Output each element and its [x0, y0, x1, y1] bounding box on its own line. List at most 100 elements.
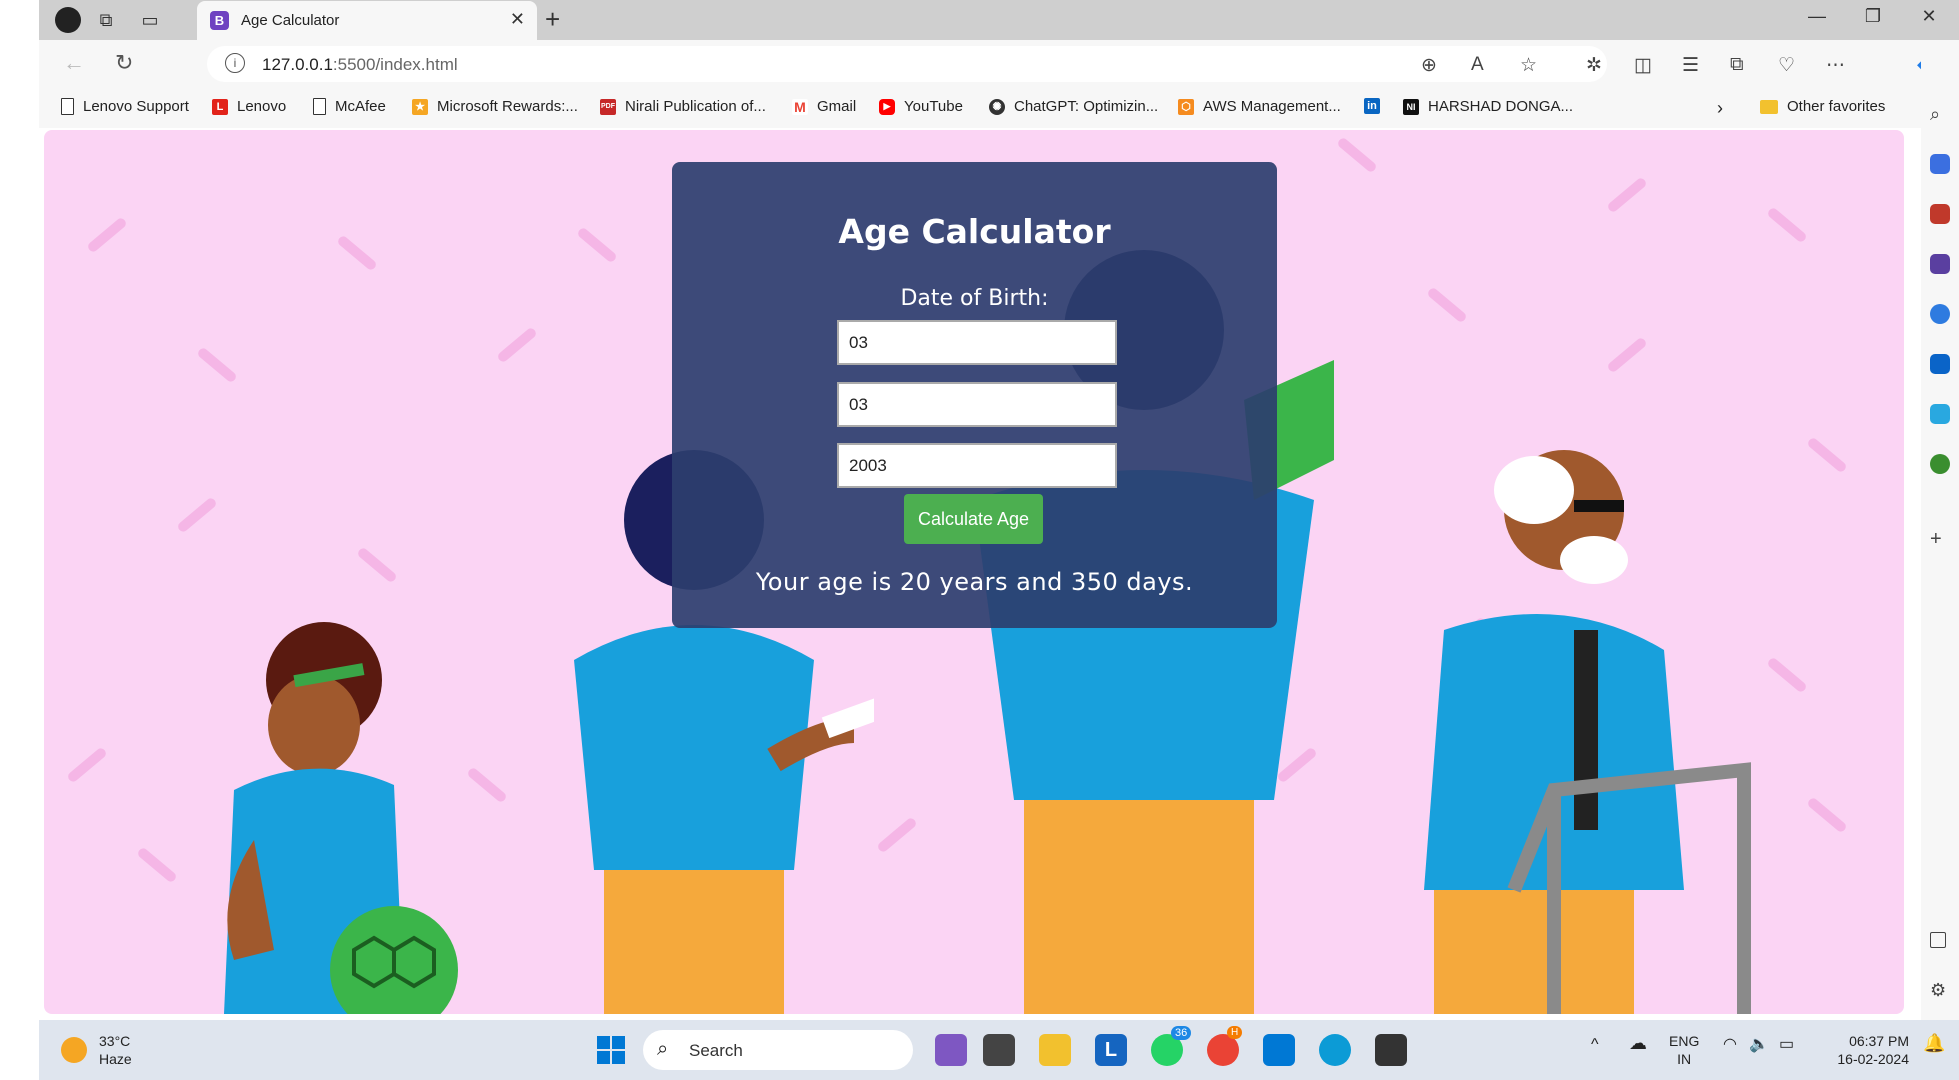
bookmark-youtube[interactable]: ▶ YouTube [879, 98, 963, 115]
document-icon [61, 98, 74, 115]
aws-icon: ⬡ [1178, 98, 1194, 115]
lenovo-vantage-icon[interactable]: L [1095, 1034, 1127, 1066]
bookmark-nirali[interactable]: PDF Nirali Publication of... [600, 98, 766, 115]
site-info-icon[interactable]: i [225, 53, 245, 73]
bookmark-linkedin[interactable]: in [1364, 98, 1389, 114]
confetti-decoration [136, 846, 178, 884]
task-view-icon[interactable] [983, 1034, 1015, 1066]
other-favorites[interactable]: Other favorites [1760, 98, 1885, 115]
pdf-icon: PDF [600, 98, 616, 115]
left-strip [0, 0, 39, 1080]
taskbar-search[interactable]: ⌕ Search [643, 1030, 913, 1070]
vertical-tabs-icon[interactable]: ▭ [135, 6, 165, 34]
bootstrap-favicon-icon: B [210, 11, 229, 30]
search-icon: ⌕ [657, 1038, 669, 1060]
confetti-decoration [86, 216, 128, 254]
tools-icon[interactable] [1930, 204, 1950, 224]
linkedin-icon: in [1364, 98, 1380, 114]
bookmark-aws[interactable]: ⬡ AWS Management... [1178, 98, 1341, 115]
confetti-decoration [66, 746, 108, 784]
microsoft-365-icon[interactable] [1930, 304, 1950, 324]
bookmark-microsoft-rewards[interactable]: ★ Microsoft Rewards:... [412, 98, 578, 115]
language-indicator[interactable]: ENG IN [1669, 1032, 1699, 1068]
tab-title: Age Calculator [241, 12, 340, 29]
minimize-icon[interactable]: — [1797, 6, 1837, 27]
windows-taskbar: 33°C Haze ⌕ Search L 36 H ^ ☁ ENG IN ◠ 🔈… [39, 1020, 1959, 1080]
browser-essentials-icon[interactable]: ♡ [1778, 54, 1795, 77]
more-bookmarks-icon[interactable]: › [1717, 98, 1723, 119]
confetti-decoration [1606, 176, 1648, 214]
collections-icon[interactable]: ⧉ [1730, 54, 1744, 76]
favorite-star-icon[interactable]: ☆ [1520, 54, 1537, 77]
onedrive-icon[interactable]: ☁ [1629, 1034, 1647, 1052]
sun-haze-icon [61, 1037, 87, 1063]
whatsapp-icon[interactable]: 36 [1151, 1026, 1192, 1066]
search-icon[interactable]: ⌕ [1930, 104, 1950, 124]
bookmark-mcafee[interactable]: McAfee [313, 98, 386, 115]
bookmark-gmail[interactable]: M Gmail [792, 98, 856, 115]
chrome-icon[interactable]: H [1207, 1026, 1243, 1066]
shopping-icon[interactable] [1930, 154, 1950, 174]
confetti-decoration [176, 496, 218, 534]
year-input[interactable] [837, 443, 1117, 488]
tab-bar: ⧉ ▭ B Age Calculator ✕ + — ❐ ✕ [39, 0, 1959, 40]
day-input[interactable] [837, 320, 1117, 365]
bookmark-chatgpt[interactable]: ✺ ChatGPT: Optimizin... [989, 98, 1158, 115]
drop-icon[interactable] [1930, 404, 1950, 424]
back-icon[interactable]: ← [63, 50, 85, 76]
close-window-icon[interactable]: ✕ [1909, 6, 1949, 27]
url-field[interactable]: i 127.0.0.1:5500/index.html [207, 46, 1607, 82]
chatgpt-icon: ✺ [989, 98, 1005, 115]
profile-avatar[interactable] [53, 6, 83, 34]
url-text: 127.0.0.1:5500/index.html [262, 55, 458, 74]
clock[interactable]: 06:37 PM 16-02-2024 [1819, 1032, 1909, 1068]
favorites-icon[interactable]: ☰ [1682, 54, 1699, 77]
notification-bell-icon[interactable]: 🔔 [1923, 1034, 1945, 1052]
read-aloud-icon[interactable]: A [1471, 54, 1484, 76]
confetti-decoration [356, 546, 398, 584]
extensions-icon[interactable]: ✲ [1586, 54, 1602, 77]
zoom-icon[interactable]: ⊕ [1421, 54, 1437, 77]
show-hidden-icons-icon[interactable]: ^ [1591, 1036, 1599, 1054]
rewards-icon: ★ [412, 98, 428, 115]
whatsapp-badge: 36 [1171, 1026, 1192, 1040]
split-screen-icon[interactable]: ◫ [1634, 54, 1652, 77]
document-icon [313, 98, 326, 115]
close-tab-icon[interactable]: ✕ [510, 9, 525, 30]
tree-icon[interactable] [1930, 454, 1950, 474]
bookmark-harshad[interactable]: NI HARSHAD DONGA... [1403, 98, 1573, 115]
settings-gear-icon[interactable]: ⚙ [1930, 980, 1950, 1000]
vscode-icon[interactable] [1263, 1034, 1295, 1066]
more-icon[interactable]: ⋯ [1826, 54, 1845, 77]
restore-icon[interactable]: ❐ [1853, 6, 1893, 27]
confetti-decoration [1766, 206, 1808, 244]
youtube-icon: ▶ [879, 98, 895, 115]
windows-start-icon[interactable] [595, 1034, 627, 1066]
games-icon[interactable] [1930, 254, 1950, 274]
wifi-icon[interactable]: ◠ [1723, 1036, 1737, 1054]
volume-icon[interactable]: 🔈 [1749, 1036, 1769, 1054]
edge-icon[interactable] [1319, 1034, 1351, 1066]
sidebar-toggle-icon[interactable] [1930, 932, 1946, 948]
confetti-decoration [196, 346, 238, 384]
terminal-icon[interactable] [1375, 1034, 1407, 1066]
bookmark-lenovo-support[interactable]: Lenovo Support [61, 98, 189, 115]
refresh-icon[interactable]: ↻ [115, 50, 133, 76]
month-input[interactable] [837, 382, 1117, 427]
workspaces-icon[interactable]: ⧉ [91, 6, 121, 34]
edge-sidebar: ⌕ + ⚙ [1921, 40, 1959, 1020]
tab-age-calculator[interactable]: B Age Calculator ✕ [197, 1, 537, 40]
add-icon[interactable]: + [1930, 528, 1950, 550]
file-explorer-icon[interactable] [1039, 1034, 1071, 1066]
weather-condition: Haze [99, 1051, 132, 1067]
bookmark-lenovo[interactable]: L Lenovo [212, 98, 286, 115]
outlook-icon[interactable] [1930, 354, 1950, 374]
elderly-man-with-walker-illustration [1424, 450, 1751, 1014]
battery-icon[interactable]: ▭ [1779, 1036, 1794, 1054]
favorites-bar: Lenovo Support L Lenovo McAfee ★ Microsoft… [39, 88, 1921, 128]
temperature: 33°C [99, 1033, 131, 1049]
new-tab-icon[interactable]: + [545, 4, 560, 35]
calculate-age-button[interactable]: Calculate Age [904, 494, 1043, 544]
copilot-taskbar-icon[interactable] [935, 1034, 967, 1066]
weather-widget[interactable]: 33°C Haze [61, 1032, 132, 1068]
